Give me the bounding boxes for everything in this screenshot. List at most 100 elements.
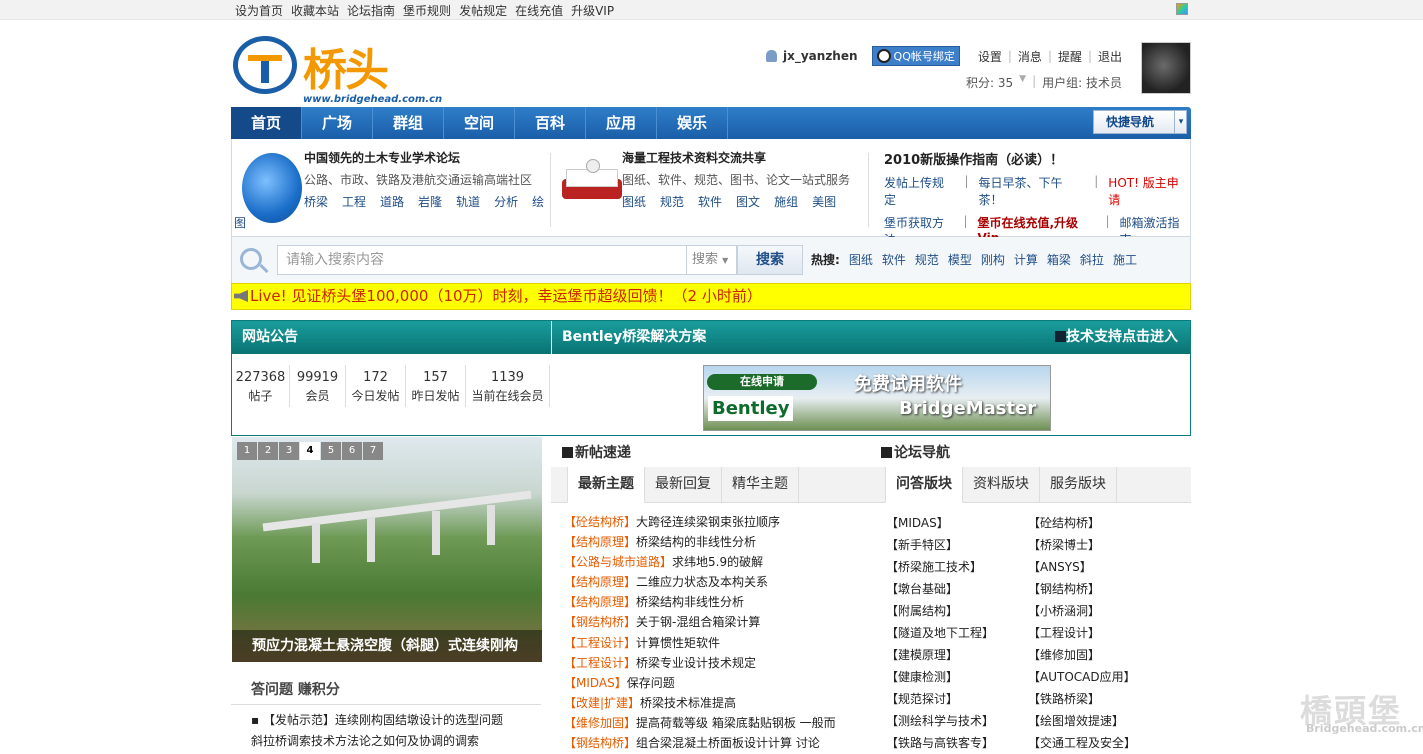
- list-item[interactable]: 【结构原理】桥梁结构的非线性分析: [564, 532, 874, 552]
- slide-page[interactable]: 7: [363, 442, 383, 460]
- apply-online-button[interactable]: 在线申请: [707, 374, 817, 390]
- qa-item[interactable]: ▪ 【发帖示范】连续刚构固结墩设计的选型问题: [231, 711, 541, 728]
- list-item[interactable]: 【钢结构桥】关于钢-混组合箱梁计算: [564, 612, 874, 632]
- list-item[interactable]: 【MIDAS】保存问题: [564, 673, 874, 693]
- post-title[interactable]: 二维应力状态及本构关系: [636, 575, 768, 589]
- post-category[interactable]: 【MIDAS】: [564, 676, 627, 690]
- post-category[interactable]: 【钢结构桥】: [564, 736, 636, 750]
- board-link[interactable]: 【桥梁博士】: [1028, 534, 1168, 556]
- post-category[interactable]: 【工程设计】: [564, 656, 636, 670]
- forum-guide-link[interactable]: 论坛指南: [347, 2, 395, 19]
- tag-photos[interactable]: 美图: [812, 193, 836, 210]
- online-recharge-link[interactable]: 在线充值: [515, 2, 563, 19]
- bentley-ad-banner[interactable]: 在线申请 Bentley 免费试用软件 BridgeMaster: [703, 365, 1051, 431]
- list-item[interactable]: 【改建|扩建】桥梁技术标准提高: [564, 693, 874, 713]
- settings-link[interactable]: 设置: [978, 48, 1002, 65]
- hot-search-item[interactable]: 计算: [1014, 251, 1038, 268]
- hot-search-item[interactable]: 模型: [948, 251, 972, 268]
- username-link[interactable]: jx_yanzhen: [783, 49, 858, 63]
- post-title[interactable]: 提高荷载等级 箱梁底黏贴钢板 一般而: [636, 716, 836, 730]
- slide-page[interactable]: 2: [258, 442, 278, 460]
- coin-rules-link[interactable]: 堡币规则: [403, 2, 451, 19]
- points-dropdown-icon[interactable]: ▼: [1019, 74, 1026, 91]
- moderator-apply-link[interactable]: HOT! 版主申请: [1108, 174, 1189, 208]
- nav-groups[interactable]: 群组: [373, 107, 444, 139]
- bookmark-link[interactable]: 收藏本站: [291, 2, 339, 19]
- nav-home[interactable]: 首页: [231, 107, 302, 139]
- site-logo[interactable]: 桥头堡 www.bridgehead.com.cn: [233, 32, 442, 160]
- board-link[interactable]: 【钢结构桥】: [1028, 578, 1168, 600]
- guide-title[interactable]: 2010新版操作指南（必读）！: [884, 149, 1189, 168]
- hot-search-item[interactable]: 软件: [882, 251, 906, 268]
- tag-road[interactable]: 道路: [380, 193, 404, 210]
- tab-resource-boards[interactable]: 资料版块: [963, 467, 1040, 503]
- tea-time-link[interactable]: 每日早茶、下午茶！: [979, 174, 1085, 208]
- board-link[interactable]: 【绘图增效提速】: [1028, 710, 1168, 732]
- tag-drawings[interactable]: 图纸: [622, 193, 646, 210]
- board-link[interactable]: 【小桥涵洞】: [1028, 600, 1168, 622]
- board-link[interactable]: 【工程设计】: [1028, 622, 1168, 644]
- style-switch-icon[interactable]: [1176, 3, 1188, 15]
- slide-page-current[interactable]: 4: [300, 442, 320, 460]
- list-item[interactable]: 【结构原理】二维应力状态及本构关系: [564, 572, 874, 592]
- hot-search-item[interactable]: 斜拉: [1080, 251, 1104, 268]
- post-category[interactable]: 【维修加固】: [564, 716, 636, 730]
- list-item[interactable]: 【公路与城市道路】求纬地5.9的破解: [564, 552, 874, 572]
- tag-engineering[interactable]: 工程: [342, 193, 366, 210]
- post-category[interactable]: 【结构原理】: [564, 535, 636, 549]
- upload-rules-link[interactable]: 发帖上传规定: [884, 174, 954, 208]
- board-link[interactable]: 【隧道及地下工程】: [886, 622, 1026, 644]
- tag-drawing-tail[interactable]: 图: [234, 214, 246, 231]
- post-title[interactable]: 计算惯性矩软件: [636, 636, 720, 650]
- board-link[interactable]: 【维修加固】: [1028, 644, 1168, 666]
- user-group[interactable]: 用户组: 技术员: [1042, 74, 1122, 91]
- points-menu[interactable]: 积分: 35: [966, 74, 1013, 91]
- tag-software[interactable]: 软件: [698, 193, 722, 210]
- tag-rock-tunnel[interactable]: 岩隆: [418, 193, 442, 210]
- tag-codes[interactable]: 规范: [660, 193, 684, 210]
- post-category[interactable]: 【改建|扩建】: [564, 696, 640, 710]
- post-category[interactable]: 【结构原理】: [564, 595, 636, 609]
- board-link[interactable]: 【规范探讨】: [886, 688, 1026, 710]
- post-category[interactable]: 【工程设计】: [564, 636, 636, 650]
- tab-latest-replies[interactable]: 最新回复: [645, 467, 722, 503]
- reminders-link[interactable]: 提醒: [1058, 48, 1082, 65]
- tag-drawing[interactable]: 绘: [532, 193, 544, 210]
- post-title[interactable]: 求纬地5.9的破解: [672, 555, 763, 569]
- nav-entertainment[interactable]: 娱乐: [657, 107, 728, 139]
- post-title[interactable]: 组合梁混凝土桥面板设计计算 讨论: [636, 736, 820, 750]
- qq-bind-button[interactable]: QQ帐号绑定: [871, 46, 960, 66]
- post-category[interactable]: 【公路与城市道路】: [564, 555, 672, 569]
- user-avatar[interactable]: [1141, 42, 1191, 94]
- post-title[interactable]: 保存问题: [627, 676, 675, 690]
- board-link[interactable]: 【新手特区】: [886, 534, 1026, 556]
- post-category[interactable]: 【砼结构桥】: [564, 515, 636, 529]
- hot-search-item[interactable]: 施工: [1113, 251, 1137, 268]
- list-item[interactable]: 【钢结构桥】组合梁混凝土桥面板设计计算 讨论: [564, 733, 874, 753]
- slide-page[interactable]: 5: [321, 442, 341, 460]
- slide-page[interactable]: 3: [279, 442, 299, 460]
- tag-analysis[interactable]: 分析: [494, 193, 518, 210]
- hot-search-item[interactable]: 图纸: [849, 251, 873, 268]
- tag-rail[interactable]: 轨道: [456, 193, 480, 210]
- hot-search-item[interactable]: 刚构: [981, 251, 1005, 268]
- list-item[interactable]: 【结构原理】桥梁结构非线性分析: [564, 592, 874, 612]
- tab-latest-topics[interactable]: 最新主题: [567, 467, 645, 503]
- upgrade-vip-link[interactable]: 升级VIP: [571, 2, 614, 19]
- quick-nav-button[interactable]: 快捷导航: [1093, 110, 1187, 134]
- post-title[interactable]: 关于钢-混组合箱梁计算: [636, 615, 760, 629]
- board-link[interactable]: 【附属结构】: [886, 600, 1026, 622]
- board-link[interactable]: 【交通工程及安全】: [1028, 732, 1168, 754]
- board-link[interactable]: 【桥梁施工技术】: [886, 556, 1026, 578]
- tag-illustrated[interactable]: 图文: [736, 193, 760, 210]
- post-title[interactable]: 桥梁技术标准提高: [640, 696, 736, 710]
- nav-wiki[interactable]: 百科: [515, 107, 586, 139]
- slide-page[interactable]: 6: [342, 442, 362, 460]
- hot-search-item[interactable]: 规范: [915, 251, 939, 268]
- slide-caption[interactable]: 预应力混凝土悬浇空腹（斜腿）式连续刚构: [232, 630, 542, 662]
- hot-search-item[interactable]: 箱梁: [1047, 251, 1071, 268]
- tech-support-link[interactable]: 技术支持点击进入: [1055, 321, 1178, 354]
- list-item[interactable]: 【砼结构桥】大跨径连续梁钢束张拉顺序: [564, 512, 874, 532]
- tab-featured[interactable]: 精华主题: [722, 467, 799, 503]
- post-title[interactable]: 桥梁结构非线性分析: [636, 595, 744, 609]
